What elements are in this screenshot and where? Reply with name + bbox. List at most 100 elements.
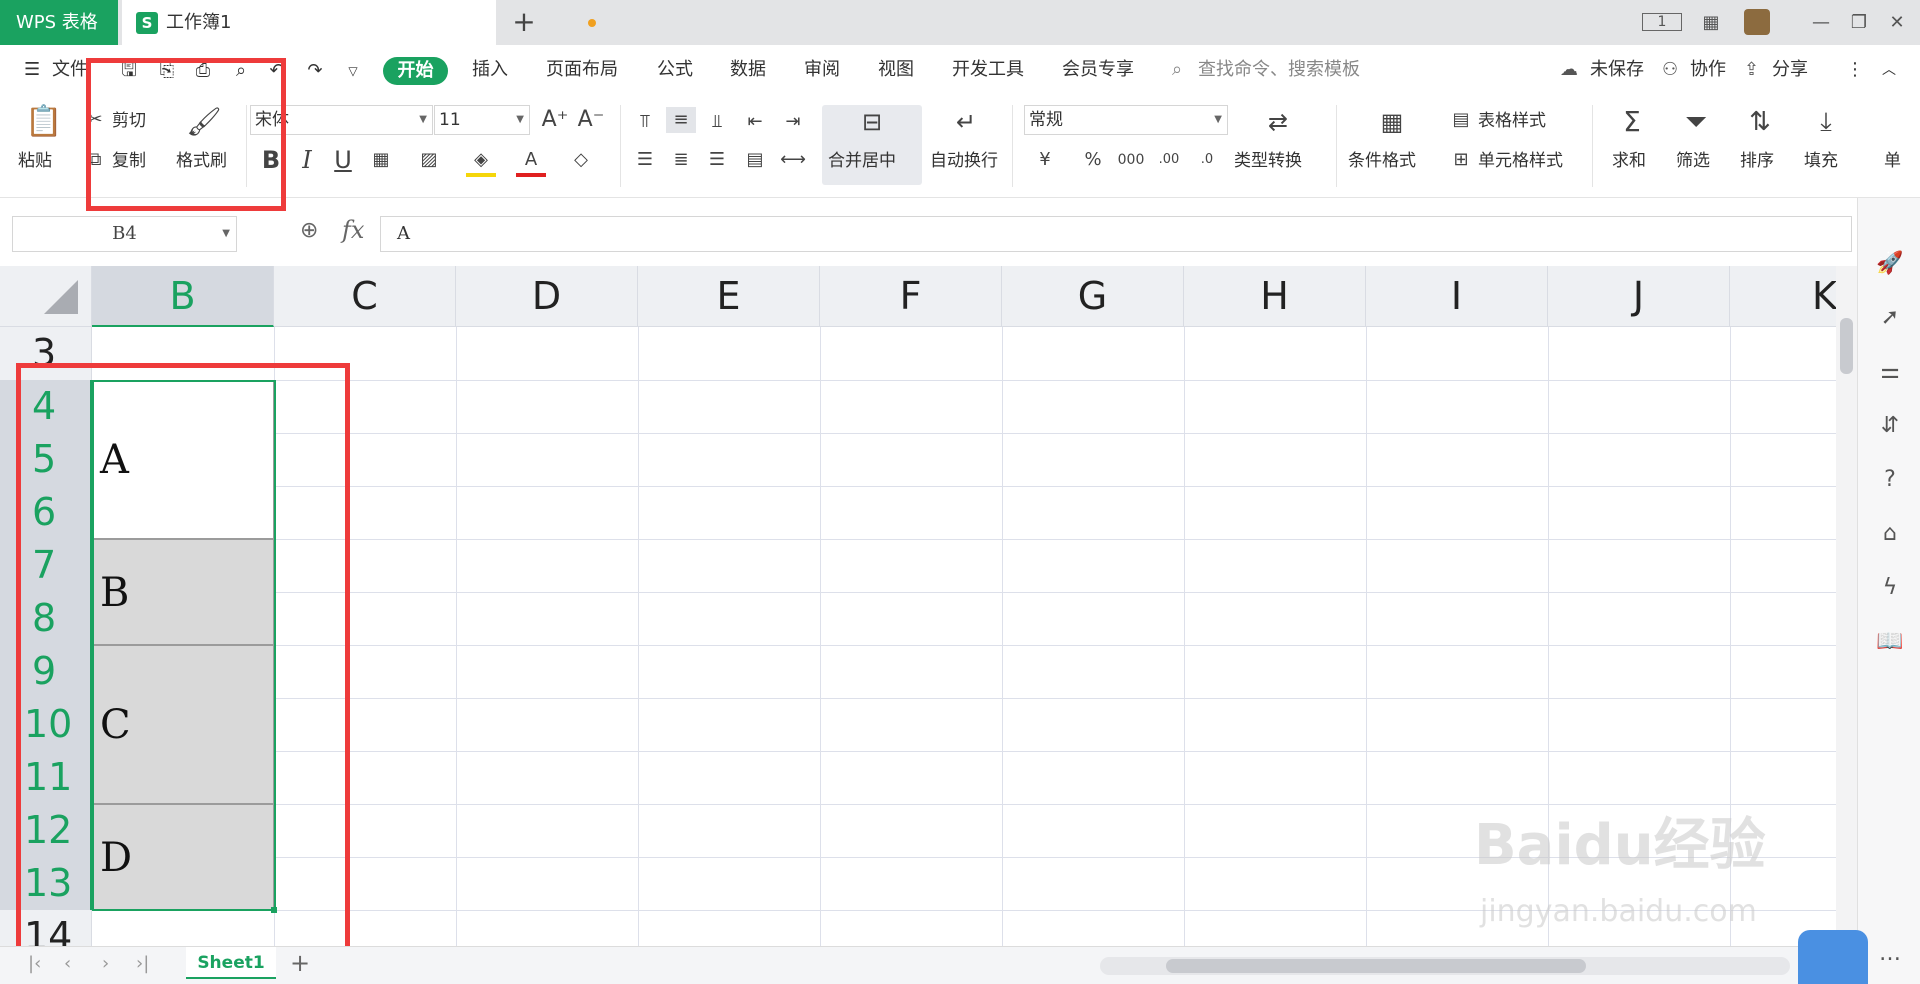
name-box[interactable]: B4 ▼: [12, 216, 237, 252]
row-header-12[interactable]: 12: [0, 804, 92, 857]
new-tab-button[interactable]: +: [508, 6, 540, 38]
menu-view[interactable]: 视图: [878, 57, 914, 83]
document-tab[interactable]: S 工作簿1: [122, 0, 596, 45]
row-header-7[interactable]: 7: [0, 539, 92, 592]
increase-font-icon[interactable]: A⁺: [540, 107, 570, 133]
cell-style-button[interactable]: 单元格样式: [1478, 149, 1563, 173]
column-header-d[interactable]: D: [456, 266, 638, 327]
menu-member[interactable]: 会员专享: [1062, 57, 1134, 83]
function-icon[interactable]: fx: [342, 216, 364, 244]
row-header-4[interactable]: 4: [0, 380, 92, 433]
app-tab[interactable]: WPS 表格: [0, 0, 118, 45]
row-header-6[interactable]: 6: [0, 486, 92, 539]
increase-indent-icon[interactable]: ⇥: [778, 109, 808, 135]
sort-button[interactable]: 排序: [1740, 149, 1774, 173]
column-header-j[interactable]: J: [1548, 266, 1730, 327]
percent-icon[interactable]: %: [1078, 147, 1108, 173]
column-header-g[interactable]: G: [1002, 266, 1184, 327]
avatar[interactable]: [1744, 9, 1770, 35]
align-top-icon[interactable]: ⫪: [630, 109, 660, 135]
formula-input[interactable]: A: [380, 216, 1852, 252]
filter-button[interactable]: 筛选: [1676, 149, 1710, 173]
merge-center-button[interactable]: 合并居中: [828, 149, 896, 173]
spreadsheet-grid[interactable]: B C D E F G H I J K 3 4 5 6 7 8 9 10 11 …: [0, 266, 1836, 946]
vertical-scrollbar[interactable]: [1836, 266, 1857, 946]
clear-format-icon[interactable]: ◇: [566, 147, 596, 173]
align-bottom-icon[interactable]: ⫫: [702, 109, 732, 135]
print-icon[interactable]: ⎙: [190, 59, 216, 83]
horizontal-scroll-thumb[interactable]: [1166, 959, 1586, 973]
prev-sheet-icon[interactable]: ‹: [64, 953, 71, 974]
rocket-icon[interactable]: 🚀: [1876, 250, 1904, 278]
fill-button[interactable]: 填充: [1804, 149, 1838, 173]
increase-decimal-icon[interactable]: .00: [1154, 147, 1184, 173]
underline-icon[interactable]: U: [328, 147, 358, 173]
type-convert-icon[interactable]: ⇄: [1258, 107, 1298, 137]
align-right-icon[interactable]: ☰: [702, 147, 732, 173]
menu-review[interactable]: 审阅: [804, 57, 840, 83]
row-header-13[interactable]: 13: [0, 857, 92, 910]
fill-color-icon[interactable]: ◈: [466, 147, 496, 177]
more-dots-icon[interactable]: …: [1876, 940, 1904, 968]
export-pdf-icon[interactable]: ⎘: [154, 59, 180, 83]
collab-button[interactable]: 协作: [1690, 57, 1726, 83]
sum-button[interactable]: 求和: [1612, 149, 1646, 173]
column-header-c[interactable]: C: [274, 266, 456, 327]
pointer-icon[interactable]: ➚: [1876, 304, 1904, 332]
page-view-icon[interactable]: 1: [1642, 13, 1682, 31]
wrap-text-button[interactable]: 自动换行: [930, 149, 998, 173]
select-all-corner[interactable]: [0, 266, 92, 327]
vertical-scroll-thumb[interactable]: [1840, 318, 1853, 374]
help-icon[interactable]: ?: [1876, 466, 1904, 494]
copy-button[interactable]: 复制: [112, 149, 146, 173]
decrease-indent-icon[interactable]: ⇤: [740, 109, 770, 135]
next-sheet-icon[interactable]: ›: [102, 953, 109, 974]
row-header-14[interactable]: 14: [0, 910, 92, 946]
column-header-e[interactable]: E: [638, 266, 820, 327]
assistant-bird-icon[interactable]: [1798, 930, 1868, 984]
collapse-ribbon-icon[interactable]: ︿: [1882, 57, 1896, 83]
merged-cell-b[interactable]: B: [93, 539, 274, 645]
column-header-h[interactable]: H: [1184, 266, 1366, 327]
table-style-button[interactable]: 表格样式: [1478, 109, 1546, 133]
filter-icon[interactable]: ⏷: [1676, 107, 1716, 137]
row-header-11[interactable]: 11: [0, 751, 92, 804]
redo-icon[interactable]: ↷: [302, 59, 328, 83]
cell-menu-button[interactable]: 单: [1884, 149, 1901, 173]
menu-page-layout[interactable]: 页面布局: [546, 57, 618, 83]
thousands-icon[interactable]: 000: [1116, 147, 1146, 173]
search-input[interactable]: 查找命令、搜索模板: [1198, 57, 1360, 83]
save-icon[interactable]: 🖫: [116, 59, 142, 83]
transform-icon[interactable]: ⇵: [1876, 412, 1904, 440]
row-header-8[interactable]: 8: [0, 592, 92, 645]
row-header-10[interactable]: 10: [0, 698, 92, 751]
conditional-format-button[interactable]: 条件格式: [1348, 149, 1416, 173]
align-center-icon[interactable]: ≣: [666, 147, 696, 173]
align-middle-icon[interactable]: ≡: [666, 107, 696, 133]
book-search-icon[interactable]: 📖: [1876, 628, 1904, 656]
wrap-text-icon[interactable]: ↵: [946, 107, 986, 137]
column-header-i[interactable]: I: [1366, 266, 1548, 327]
menu-data[interactable]: 数据: [730, 57, 766, 83]
more-icon[interactable]: ⋮: [1846, 57, 1864, 83]
column-header-b[interactable]: B: [92, 266, 274, 327]
row-header-9[interactable]: 9: [0, 645, 92, 698]
restore-icon[interactable]: ❐: [1844, 8, 1874, 38]
align-left-icon[interactable]: ☰: [630, 147, 660, 173]
paste-icon[interactable]: 📋: [24, 107, 64, 137]
horizontal-scrollbar[interactable]: [1100, 957, 1790, 975]
sliders-icon[interactable]: ⚌: [1876, 358, 1904, 386]
sum-icon[interactable]: Σ: [1612, 107, 1652, 137]
font-size-select[interactable]: 11 ▼: [434, 105, 530, 135]
justify-icon[interactable]: ▤: [740, 147, 770, 173]
minimize-icon[interactable]: —: [1806, 8, 1836, 38]
share-button[interactable]: 分享: [1772, 57, 1808, 83]
undo-icon[interactable]: ↶: [264, 59, 290, 83]
column-header-k[interactable]: K: [1730, 266, 1836, 327]
add-sheet-button[interactable]: +: [290, 949, 310, 977]
merged-cell-d[interactable]: D: [93, 804, 274, 910]
merged-cell-a[interactable]: A: [93, 380, 274, 539]
zoom-formula-icon[interactable]: ⊕: [300, 218, 318, 243]
menu-file[interactable]: 文件: [52, 57, 88, 83]
italic-icon[interactable]: I: [292, 147, 322, 173]
